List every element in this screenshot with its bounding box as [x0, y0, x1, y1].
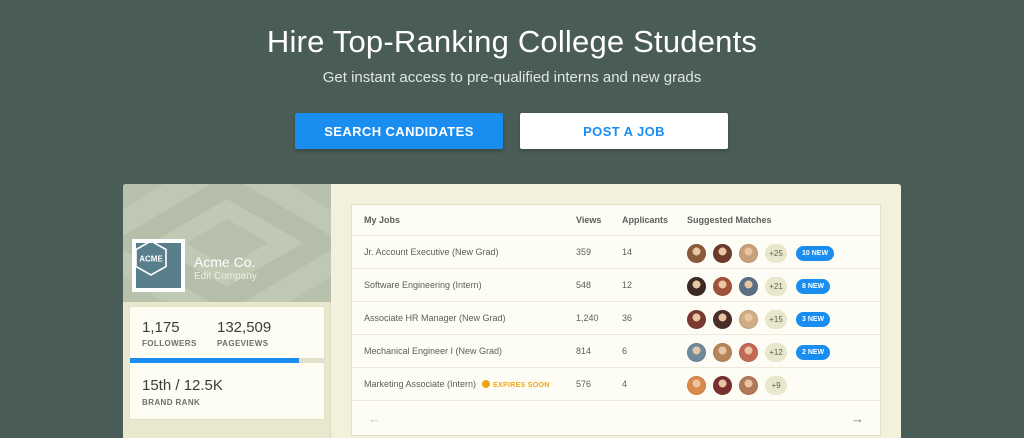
job-title-text[interactable]: Associate HR Manager (New Grad) — [364, 313, 506, 323]
candidate-avatar[interactable] — [739, 342, 758, 362]
company-sidebar: ACME Acme Co. Edit Company 1,175 FOLLOWE… — [123, 184, 331, 438]
edit-company-link[interactable]: Edit Company — [194, 271, 257, 282]
suggested-matches: +25 10 NEW — [687, 243, 835, 263]
job-title[interactable]: Software Engineering (Intern) — [364, 280, 482, 290]
pageviews-count: 132,509 — [217, 319, 272, 336]
next-arrow-icon[interactable]: → — [851, 411, 864, 426]
candidate-avatar[interactable] — [739, 276, 758, 296]
progress-bar — [130, 358, 326, 363]
logo-text: ACME — [139, 255, 163, 264]
job-applicants: 4 — [622, 379, 628, 389]
job-applicants: 6 — [622, 346, 628, 356]
job-title[interactable]: Associate HR Manager (New Grad) — [364, 313, 506, 323]
search-candidates-button[interactable]: SEARCH CANDIDATES — [295, 113, 503, 149]
clock-icon — [482, 380, 491, 388]
candidate-avatar[interactable] — [739, 375, 758, 395]
company-logo[interactable]: ACME — [132, 239, 185, 292]
company-banner: ACME Acme Co. Edit Company — [123, 184, 331, 302]
followers-label: FOLLOWERS — [142, 339, 197, 348]
job-row[interactable]: Software Engineering (Intern) 548 12 +21 8 N… — [352, 269, 880, 302]
job-title[interactable]: Marketing Associate (Intern) EXPIRES SOON — [364, 379, 550, 389]
suggested-matches: +21 8 NEW — [687, 276, 831, 296]
candidate-avatar[interactable] — [687, 243, 706, 263]
company-stats-card: 1,175 FOLLOWERS 132,509 PAGEVIEWS 15th /… — [129, 306, 326, 420]
job-title-text[interactable]: Jr. Account Executive (New Grad) — [364, 247, 499, 257]
job-applicants: 14 — [622, 247, 633, 257]
job-views: 1,240 — [576, 313, 599, 323]
candidate-avatar[interactable] — [687, 342, 706, 362]
hexagon-icon: ACME — [135, 240, 167, 276]
brand-rank-label: BRAND RANK — [142, 398, 201, 407]
post-job-button[interactable]: POST A JOB — [520, 113, 728, 149]
job-views: 548 — [576, 280, 592, 290]
candidate-avatar[interactable] — [687, 309, 706, 329]
job-title[interactable]: Jr. Account Executive (New Grad) — [364, 247, 499, 257]
job-row[interactable]: Marketing Associate (Intern) EXPIRES SOON… — [352, 368, 880, 401]
header-views[interactable]: Views — [576, 215, 601, 225]
hero-title: Hire Top-Ranking College Students — [266, 24, 758, 59]
more-matches-count[interactable]: +12 — [765, 342, 787, 362]
company-name: Acme Co. — [194, 254, 256, 270]
suggested-matches: +9 — [687, 375, 796, 395]
job-row[interactable]: Mechanical Engineer I (New Grad) 814 6 +12 2… — [352, 335, 880, 368]
header-suggested-matches[interactable]: Suggested Matches — [687, 215, 772, 225]
brand-rank-value: 15th / 12.5K — [142, 377, 223, 394]
progress-fill — [130, 358, 299, 363]
job-views: 814 — [576, 346, 592, 356]
job-views: 576 — [576, 379, 592, 389]
jobs-table-header: My Jobs Views Applicants Suggested Match… — [352, 205, 880, 236]
expires-soon-label: EXPIRES SOON — [493, 382, 550, 389]
expires-soon-badge: EXPIRES SOON — [482, 380, 550, 389]
more-matches-count[interactable]: +15 — [765, 309, 787, 329]
job-title-text[interactable]: Mechanical Engineer I (New Grad) — [364, 346, 502, 356]
suggested-matches: +15 3 NEW — [687, 309, 831, 329]
dashboard-panel: ACME Acme Co. Edit Company 1,175 FOLLOWE… — [123, 184, 901, 438]
table-pagination: ← → — [352, 405, 880, 435]
candidate-avatar[interactable] — [713, 243, 732, 263]
jobs-table: My Jobs Views Applicants Suggested Match… — [351, 204, 881, 436]
candidate-avatar[interactable] — [713, 276, 732, 296]
hero-subtitle: Get instant access to pre-qualified inte… — [322, 69, 702, 86]
header-applicants[interactable]: Applicants — [622, 215, 668, 225]
candidate-avatar[interactable] — [739, 243, 758, 263]
suggested-matches: +12 2 NEW — [687, 342, 831, 362]
job-views: 359 — [576, 247, 592, 257]
job-title[interactable]: Mechanical Engineer I (New Grad) — [364, 346, 502, 356]
job-applicants: 36 — [622, 313, 633, 323]
candidate-avatar[interactable] — [713, 309, 732, 329]
candidate-avatar[interactable] — [713, 375, 732, 395]
more-matches-count[interactable]: +25 — [765, 243, 787, 263]
header-my-jobs[interactable]: My Jobs — [364, 215, 400, 225]
candidate-avatar[interactable] — [713, 342, 732, 362]
candidate-avatar[interactable] — [687, 375, 706, 395]
new-matches-badge[interactable]: 2 NEW — [796, 344, 831, 360]
new-matches-badge[interactable]: 8 NEW — [796, 278, 831, 294]
pageviews-label: PAGEVIEWS — [217, 339, 269, 348]
candidate-avatar[interactable] — [739, 309, 758, 329]
new-matches-badge[interactable]: 3 NEW — [796, 311, 831, 327]
job-row[interactable]: Jr. Account Executive (New Grad) 359 14 +25… — [352, 236, 880, 269]
more-matches-count[interactable]: +9 — [765, 375, 787, 395]
job-applicants: 12 — [622, 280, 633, 290]
candidate-avatar[interactable] — [687, 276, 706, 296]
followers-count: 1,175 — [142, 319, 180, 336]
prev-arrow-icon[interactable]: ← — [368, 411, 381, 426]
more-matches-count[interactable]: +21 — [765, 276, 787, 296]
new-matches-badge[interactable]: 10 NEW — [796, 245, 835, 261]
job-row[interactable]: Associate HR Manager (New Grad) 1,240 36 +1… — [352, 302, 880, 335]
job-title-text[interactable]: Marketing Associate (Intern) — [364, 379, 476, 389]
job-title-text[interactable]: Software Engineering (Intern) — [364, 280, 482, 290]
